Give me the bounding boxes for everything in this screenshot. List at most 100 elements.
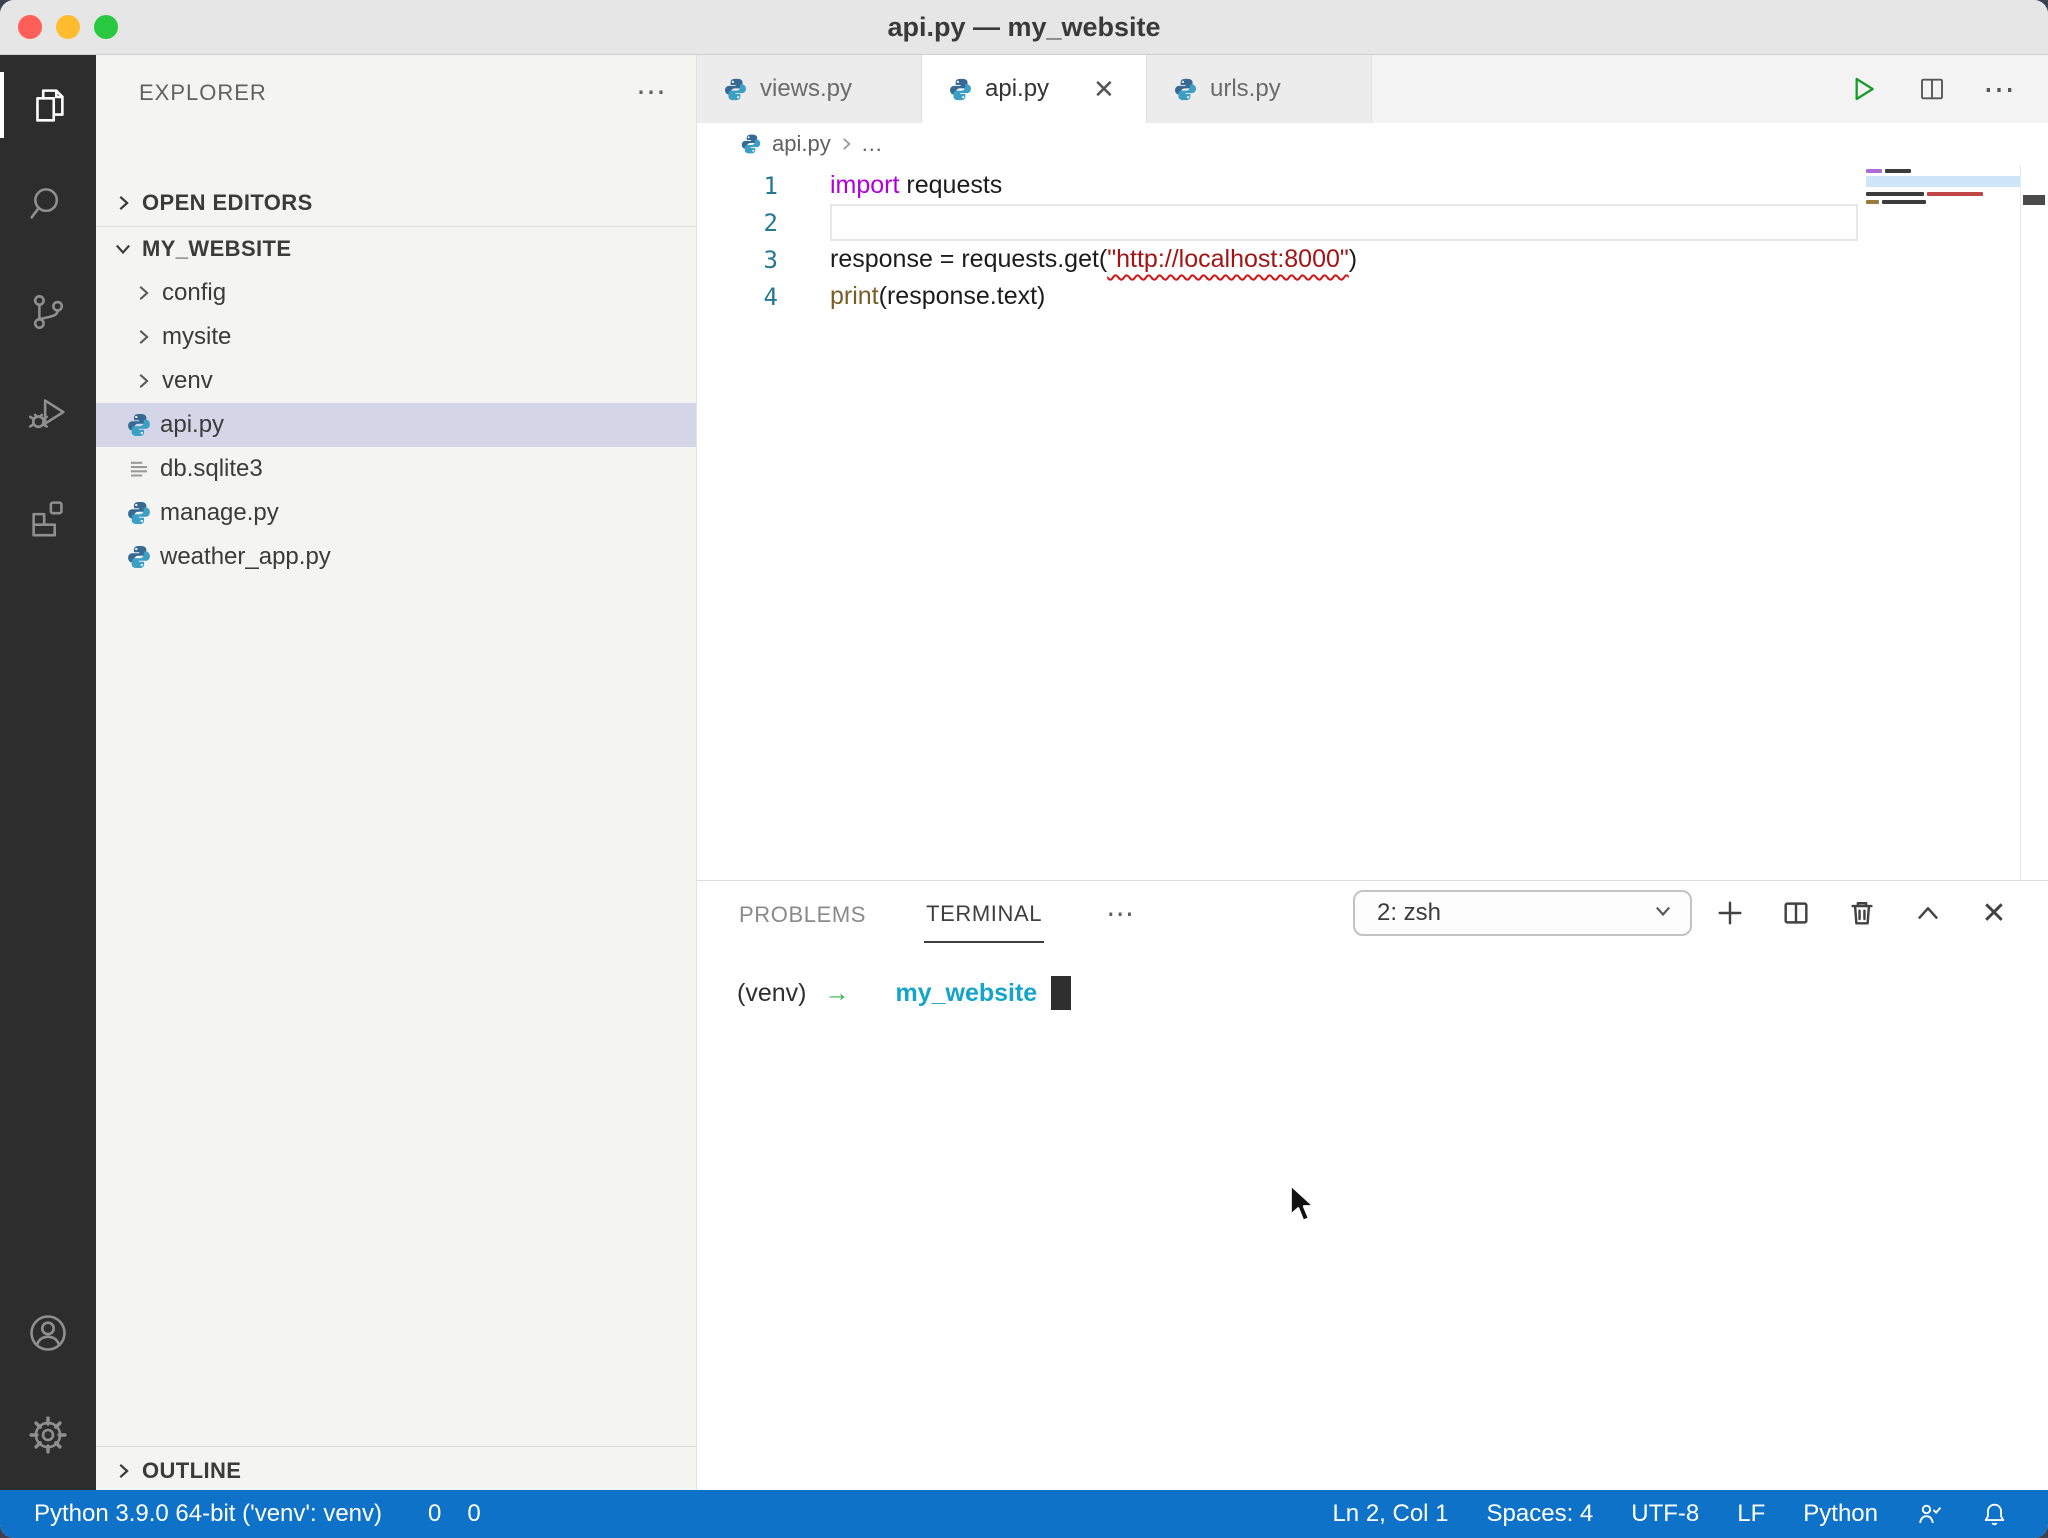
warning-count: 0 bbox=[467, 1500, 481, 1527]
search-icon bbox=[30, 188, 59, 219]
open-editors-section[interactable]: OPEN EDITORS bbox=[96, 182, 696, 224]
breadcrumb-symbol[interactable]: … bbox=[861, 131, 883, 157]
explorer-view-button[interactable] bbox=[0, 72, 96, 138]
python-file-icon bbox=[948, 77, 973, 102]
workspace-root-section[interactable]: MY_WEBSITE bbox=[96, 228, 696, 270]
extensions-view-button[interactable] bbox=[0, 484, 96, 550]
settings-button[interactable] bbox=[0, 1402, 96, 1468]
python-file-icon bbox=[740, 133, 762, 155]
panel-actions: ✕ bbox=[1714, 881, 2010, 945]
minimap[interactable] bbox=[1866, 167, 2020, 263]
tree-item-manage-py[interactable]: manage.py bbox=[96, 491, 696, 535]
terminal-cwd: my_website bbox=[895, 978, 1038, 1007]
run-python-file-button[interactable] bbox=[1846, 71, 1882, 107]
problems-status[interactable]: 0 0 bbox=[420, 1500, 481, 1528]
breadcrumb-file[interactable]: api.py bbox=[772, 131, 831, 157]
encoding-status[interactable]: UTF-8 bbox=[1617, 1490, 1713, 1538]
terminal-session-select[interactable]: 2: zsh bbox=[1353, 890, 1692, 936]
explorer-sidebar: EXPLORER ⋯ OPEN EDITORS MY_WEBSITE confi… bbox=[96, 55, 697, 1490]
bottom-panel: PROBLEMS TERMINAL ⋯ 2: zsh ✕ (venv) → my… bbox=[697, 880, 2048, 1490]
feedback-person-icon bbox=[1919, 1504, 1942, 1523]
close-panel-button[interactable]: ✕ bbox=[1978, 897, 2010, 930]
notifications-button[interactable] bbox=[1967, 1490, 2022, 1538]
database-file-icon bbox=[126, 456, 152, 482]
tree-item-db-sqlite3[interactable]: db.sqlite3 bbox=[96, 447, 696, 491]
python-file-icon bbox=[126, 500, 152, 526]
line-number: 3 bbox=[763, 245, 778, 274]
python-interpreter-status[interactable]: Python 3.9.0 64-bit ('venv': venv) bbox=[26, 1490, 390, 1538]
kill-terminal-button[interactable] bbox=[1846, 897, 1878, 929]
split-terminal-icon bbox=[1784, 902, 1808, 924]
tab-api-py[interactable]: api.py ✕ bbox=[922, 55, 1147, 123]
chevron-right-icon bbox=[112, 192, 134, 214]
sidebar-title: EXPLORER bbox=[139, 80, 267, 105]
workspace-root-label: MY_WEBSITE bbox=[142, 236, 292, 261]
split-terminal-button[interactable] bbox=[1780, 897, 1812, 929]
settings-gear-icon bbox=[29, 1416, 67, 1454]
code-line-4: 4 print (response.text) bbox=[697, 278, 2048, 315]
error-count: 0 bbox=[428, 1500, 442, 1527]
divider bbox=[96, 1446, 696, 1447]
language-mode-status[interactable]: Python bbox=[1789, 1490, 1892, 1538]
split-editor-icon bbox=[1921, 78, 1943, 100]
split-editor-button[interactable] bbox=[1914, 71, 1950, 107]
chevron-right-icon bbox=[112, 1460, 134, 1482]
run-debug-view-button[interactable] bbox=[0, 380, 96, 446]
overview-ruler[interactable] bbox=[2020, 165, 2021, 880]
chevron-down-icon bbox=[1652, 900, 1674, 927]
search-view-button[interactable] bbox=[0, 170, 96, 236]
tree-item-weather-app-py[interactable]: weather_app.py bbox=[96, 535, 696, 579]
editor-actions: ⋯ bbox=[1846, 55, 2018, 123]
vscode-window: api.py — my_website EXPLORER ⋯ OPEN EDIT… bbox=[0, 0, 2048, 1538]
tab-urls-py[interactable]: urls.py bbox=[1147, 55, 1372, 123]
tab-terminal[interactable]: TERMINAL bbox=[924, 883, 1045, 943]
terminal-output[interactable]: (venv) → my_website bbox=[737, 976, 1072, 1010]
trash-icon bbox=[1851, 902, 1873, 925]
files-icon bbox=[36, 89, 64, 122]
maximize-panel-button[interactable] bbox=[1912, 897, 1944, 929]
overview-ruler-cursor-mark bbox=[2023, 195, 2045, 205]
file-tree: config mysite venv api.py db.sqlite3 man… bbox=[96, 271, 696, 579]
tab-views-py[interactable]: views.py bbox=[697, 55, 922, 123]
chevron-right-icon bbox=[132, 370, 156, 392]
python-file-icon bbox=[723, 77, 748, 102]
cursor-position-status[interactable]: Ln 2, Col 1 bbox=[1318, 1490, 1462, 1538]
eol-status[interactable]: LF bbox=[1723, 1490, 1779, 1538]
status-bar: Python 3.9.0 64-bit ('venv': venv) 0 0 L… bbox=[0, 1490, 2048, 1538]
indentation-status[interactable]: Spaces: 4 bbox=[1473, 1490, 1608, 1538]
panel-more-actions-button[interactable]: ⋯ bbox=[1106, 897, 1134, 930]
run-debug-icon bbox=[28, 399, 65, 429]
open-editors-label: OPEN EDITORS bbox=[142, 190, 313, 215]
line-number: 4 bbox=[763, 282, 778, 311]
account-button[interactable] bbox=[0, 1300, 96, 1366]
play-icon bbox=[1855, 77, 1874, 101]
tab-problems[interactable]: PROBLEMS bbox=[737, 884, 868, 942]
close-tab-icon[interactable]: ✕ bbox=[1093, 74, 1115, 105]
chevron-up-icon bbox=[1918, 907, 1938, 919]
outline-section[interactable]: OUTLINE bbox=[96, 1450, 696, 1492]
explorer-more-actions-button[interactable]: ⋯ bbox=[636, 78, 666, 108]
tree-item-mysite[interactable]: mysite bbox=[96, 315, 696, 359]
title-bar: api.py — my_website bbox=[0, 0, 2048, 55]
terminal-cursor bbox=[1051, 976, 1072, 1010]
new-terminal-button[interactable] bbox=[1714, 897, 1746, 929]
minimap-current-line bbox=[1866, 176, 2020, 187]
editor-group: views.py api.py ✕ urls.py ⋯ api.py … 1 i… bbox=[697, 55, 2048, 880]
chevron-right-icon bbox=[132, 326, 156, 348]
window-title: api.py — my_website bbox=[887, 12, 1161, 42]
python-file-icon bbox=[126, 412, 152, 438]
error-squiggle-string: "http://localhost:8000" bbox=[1107, 245, 1349, 273]
tree-item-venv[interactable]: venv bbox=[96, 359, 696, 403]
tree-item-api-py[interactable]: api.py bbox=[96, 403, 696, 447]
breadcrumb: api.py … bbox=[697, 123, 2048, 165]
code-editor[interactable]: 1 import requests 2 3 response = request… bbox=[697, 167, 2048, 315]
source-control-view-button[interactable] bbox=[0, 279, 96, 345]
code-line-1: 1 import requests bbox=[697, 167, 2048, 204]
line-number: 2 bbox=[763, 208, 778, 237]
bell-icon bbox=[1984, 1503, 2005, 1525]
activity-bar bbox=[0, 55, 96, 1490]
editor-more-actions-button[interactable]: ⋯ bbox=[1982, 71, 2018, 107]
tree-item-config[interactable]: config bbox=[96, 271, 696, 315]
feedback-button[interactable] bbox=[1902, 1490, 1957, 1538]
outline-label: OUTLINE bbox=[142, 1458, 242, 1483]
